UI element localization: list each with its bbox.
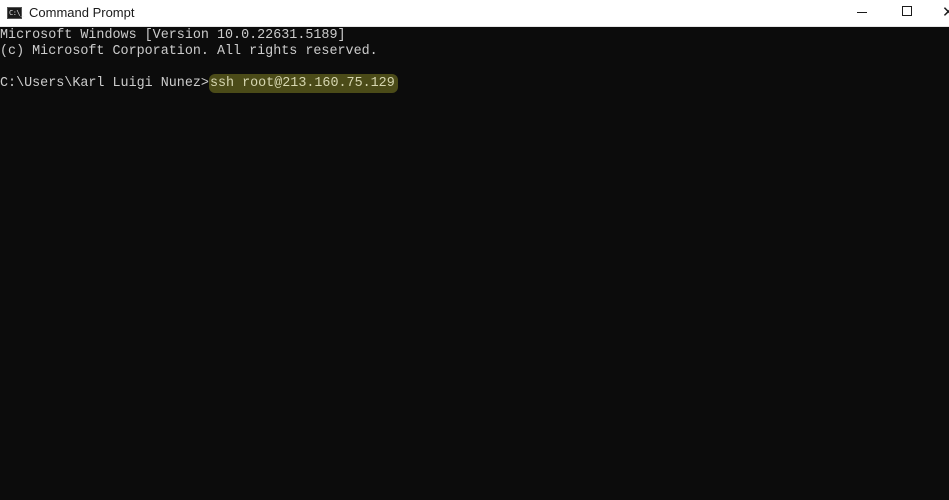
command-prompt-window: C:\_ Command Prompt ✕ Microsoft Windows …: [0, 0, 949, 500]
console-input-line[interactable]: C:\Users\Karl Luigi Nunez>ssh root@213.1…: [0, 74, 398, 93]
minimize-icon: [857, 12, 867, 13]
highlighted-command[interactable]: ssh root@213.160.75.129: [208, 74, 398, 93]
close-icon: ✕: [942, 3, 949, 21]
minimize-button[interactable]: [838, 0, 884, 26]
window-title: Command Prompt: [29, 5, 135, 20]
maximize-button[interactable]: [884, 0, 930, 26]
console-line: (c) Microsoft Corporation. All rights re…: [0, 44, 378, 59]
cmd-icon: C:\_: [7, 7, 24, 19]
console-line: Microsoft Windows [Version 10.0.22631.51…: [0, 28, 346, 43]
cmd-icon-glyph: C:\_: [9, 9, 24, 17]
command-prompt-path: C:\Users\Karl Luigi Nunez>: [0, 76, 209, 91]
title-bar[interactable]: C:\_ Command Prompt ✕: [0, 0, 949, 27]
close-button[interactable]: ✕: [930, 0, 949, 26]
console-output[interactable]: Microsoft Windows [Version 10.0.22631.51…: [0, 28, 949, 500]
maximize-icon: [902, 6, 912, 16]
